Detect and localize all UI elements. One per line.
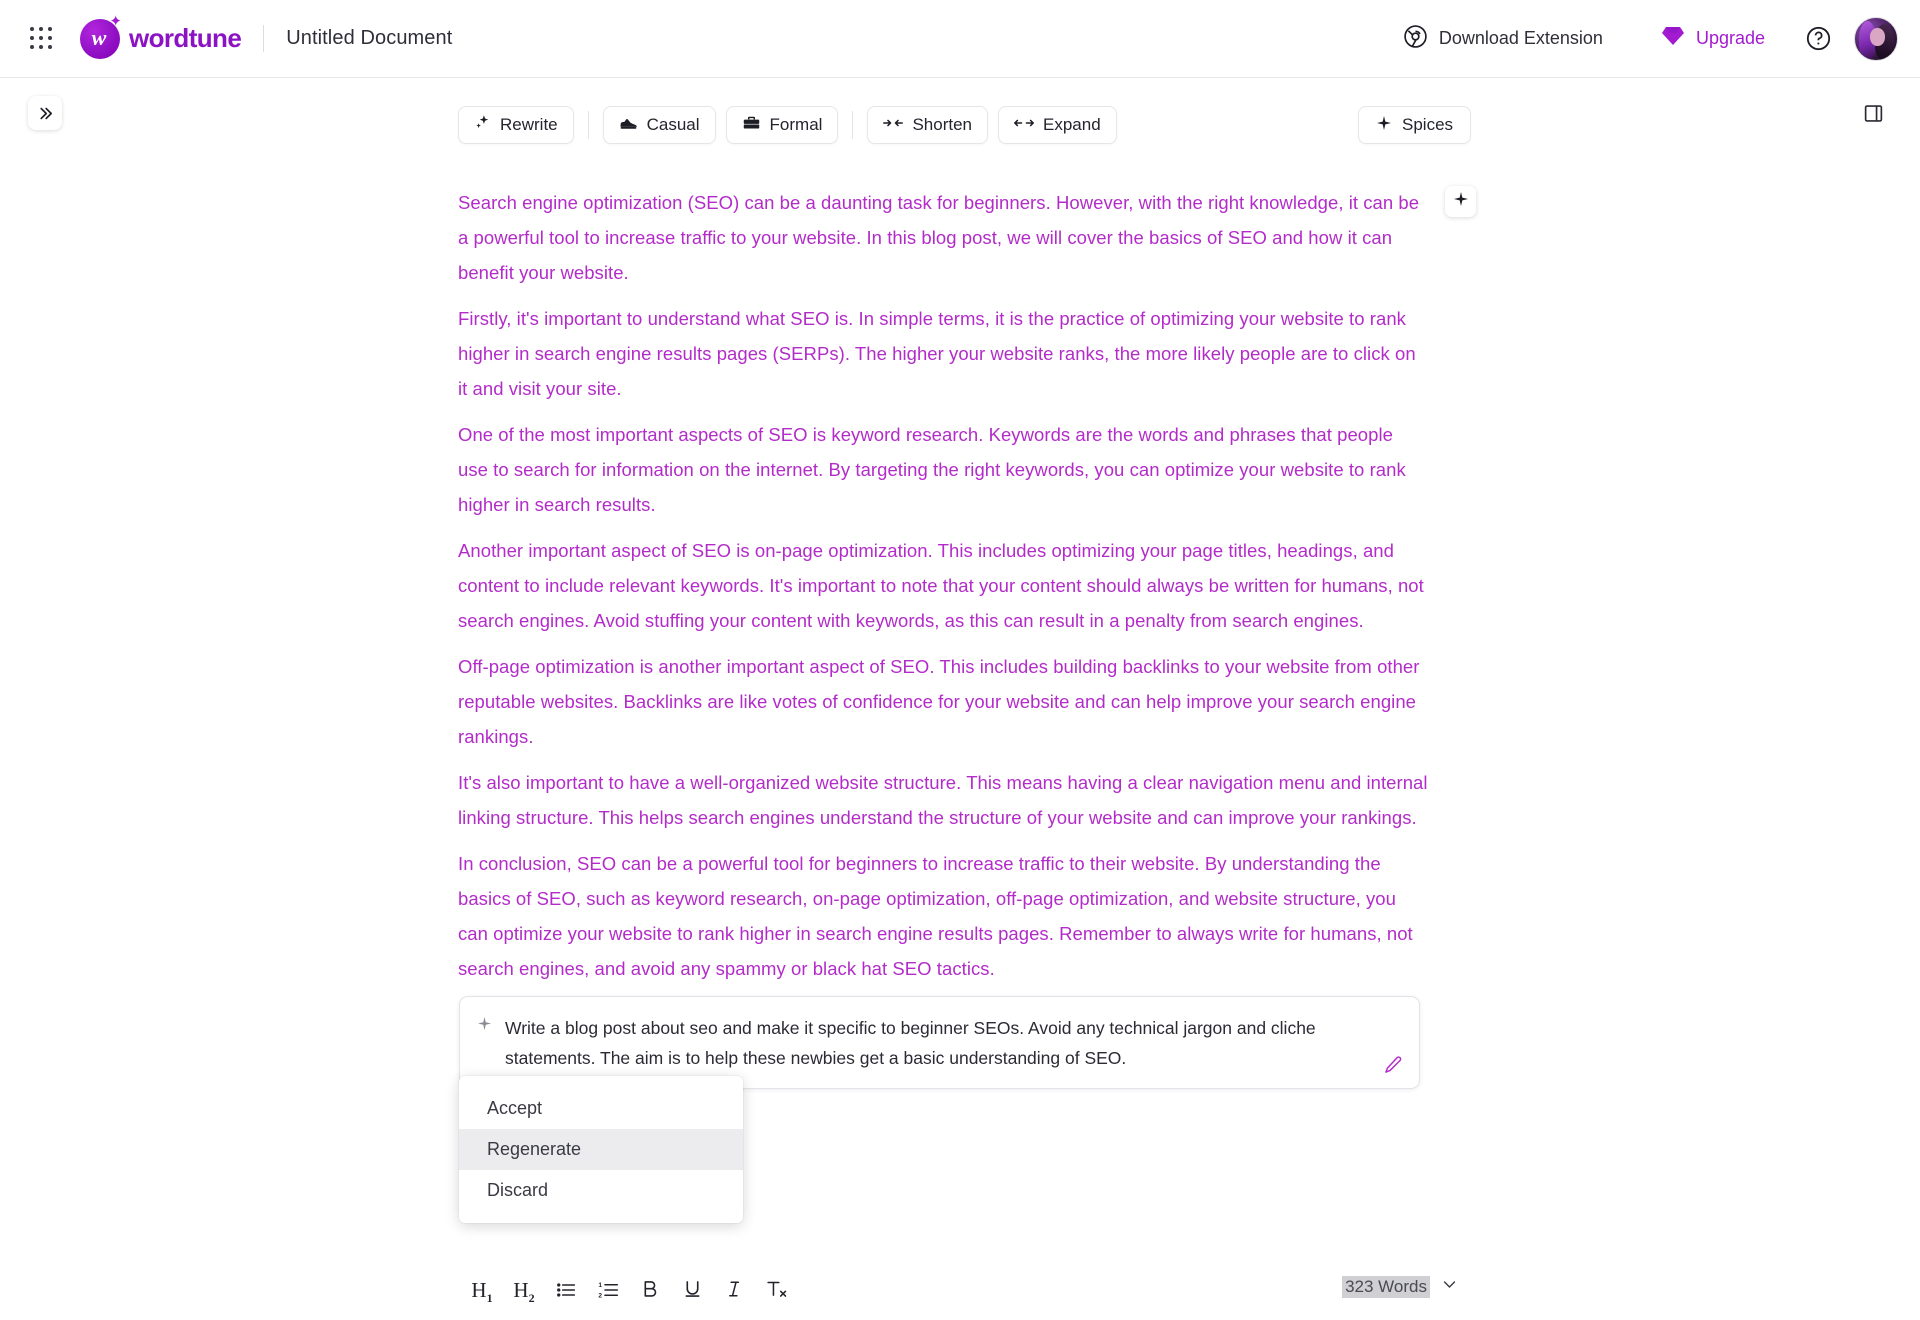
pencil-icon[interactable] (1383, 1055, 1403, 1075)
svg-text:1: 1 (598, 1281, 602, 1288)
header-divider (263, 25, 265, 52)
download-extension-button[interactable]: Download Extension (1393, 18, 1613, 60)
menu-item-accept[interactable]: Accept (459, 1088, 743, 1129)
suggestion-actions-menu: Accept Regenerate Discard (459, 1076, 743, 1223)
h2-icon: H2 (513, 1277, 535, 1306)
document-paragraph[interactable]: Off-page optimization is another importa… (458, 649, 1428, 754)
toolbar-separator (587, 111, 589, 139)
wordtune-logo[interactable]: w ✦ wordtune (80, 14, 242, 59)
menu-item-regenerate[interactable]: Regenerate (459, 1129, 743, 1170)
expand-button[interactable]: Expand (998, 106, 1117, 144)
chevron-down-icon[interactable] (1441, 1276, 1458, 1298)
grid-apps-icon[interactable] (24, 22, 58, 56)
rewrite-label: Rewrite (500, 115, 558, 134)
toolbar-separator (852, 111, 854, 139)
casual-label: Casual (646, 115, 700, 134)
italic-icon (726, 1279, 743, 1305)
formal-button[interactable]: Formal (725, 106, 839, 144)
download-extension-label: Download Extension (1438, 28, 1603, 48)
document-paragraph[interactable]: One of the most important aspects of SEO… (458, 417, 1428, 522)
bold-icon (642, 1279, 659, 1305)
clear-formatting-button[interactable] (755, 1275, 797, 1309)
bullet-list-icon (556, 1280, 576, 1305)
sparkle-icon (1453, 191, 1469, 212)
underline-button[interactable] (671, 1275, 713, 1309)
italic-button[interactable] (713, 1275, 755, 1309)
wordtune-logo-mark: w ✦ (80, 14, 122, 59)
rewrite-button[interactable]: Rewrite (458, 106, 574, 144)
sneaker-icon (619, 114, 638, 136)
sparkle-plus-icon (1376, 115, 1392, 136)
menu-item-discard[interactable]: Discard (459, 1170, 743, 1211)
avatar[interactable] (1854, 16, 1898, 61)
underline-icon (683, 1279, 702, 1305)
sparkle-icon (477, 1016, 492, 1035)
document-paragraph[interactable]: In conclusion, SEO can be a powerful too… (458, 846, 1428, 986)
word-count-label: 323 Words (1342, 1276, 1430, 1298)
document-title[interactable]: Untitled Document (286, 27, 452, 50)
arrows-out-icon (1014, 115, 1034, 135)
spices-button[interactable]: Spices (1358, 106, 1472, 144)
bold-button[interactable] (629, 1275, 671, 1309)
sidebar-toggle-button[interactable] (28, 96, 62, 130)
app-header: w ✦ wordtune Untitled Document Download … (0, 0, 1920, 78)
document-paragraph[interactable]: Search engine optimization (SEO) can be … (458, 185, 1428, 290)
heading-1-button[interactable]: H1 (461, 1275, 503, 1309)
rewrite-toolbar: Rewrite Casual Formal Shorten Expand (458, 106, 1117, 144)
diamond-icon (1661, 25, 1685, 52)
expand-label: Expand (1043, 115, 1101, 134)
sparkles-icon (474, 114, 491, 136)
briefcase-icon (742, 114, 761, 136)
chrome-icon (1403, 24, 1428, 54)
spices-label: Spices (1402, 115, 1454, 134)
prompt-text: Write a blog post about seo and make it … (505, 1018, 1316, 1068)
help-circle-icon[interactable] (1805, 25, 1832, 52)
add-paragraph-button[interactable] (1445, 186, 1476, 217)
shorten-button[interactable]: Shorten (867, 106, 988, 144)
word-count[interactable]: 323 Words (1342, 1276, 1458, 1298)
clear-format-icon (766, 1279, 787, 1305)
h1-icon: H1 (471, 1277, 493, 1306)
numbered-list-button[interactable]: 1 2 (587, 1275, 629, 1309)
document-paragraph[interactable]: Another important aspect of SEO is on-pa… (458, 533, 1428, 638)
document-body[interactable]: Search engine optimization (SEO) can be … (458, 185, 1428, 997)
casual-button[interactable]: Casual (602, 106, 716, 144)
wordtune-logo-text: wordtune (129, 23, 242, 53)
arrows-in-icon (883, 115, 904, 135)
shorten-label: Shorten (912, 115, 972, 134)
header-actions: Download Extension Upgrade (1393, 16, 1920, 61)
svg-text:2: 2 (598, 1292, 602, 1299)
numbered-list-icon: 1 2 (598, 1280, 619, 1305)
document-paragraph[interactable]: Firstly, it's important to understand wh… (458, 301, 1428, 406)
heading-2-button[interactable]: H2 (503, 1275, 545, 1309)
upgrade-button[interactable]: Upgrade (1651, 19, 1775, 58)
bulleted-list-button[interactable] (545, 1275, 587, 1309)
upgrade-label: Upgrade (1695, 28, 1765, 48)
panel-right-toggle-button[interactable] (1856, 96, 1890, 130)
formatting-toolbar: H1 H2 1 2 (461, 1275, 797, 1309)
formal-label: Formal (769, 115, 823, 134)
document-paragraph[interactable]: It's also important to have a well-organ… (458, 765, 1428, 835)
sparkle-icon: ✦ (109, 12, 122, 30)
